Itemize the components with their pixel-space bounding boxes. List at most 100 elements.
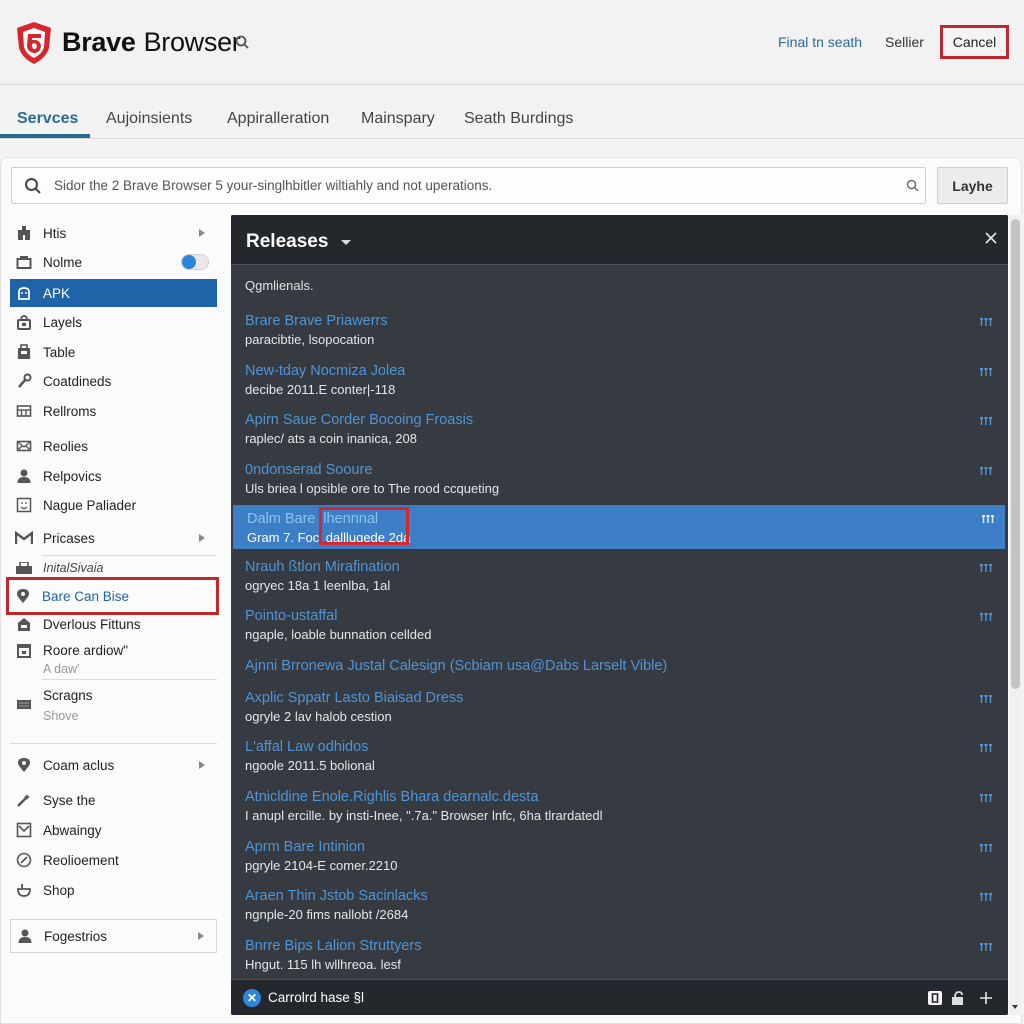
release-item[interactable]: New-tday Nocmiza Jolea decibe 2011.E cont… <box>231 363 1008 411</box>
close-icon[interactable] <box>983 230 999 246</box>
release-item[interactable]: Axplic Sppatr Lasto Biaisad Dress ogryle … <box>231 690 1008 738</box>
selection-highlight-box <box>319 507 409 545</box>
sidebar-item-reolies[interactable]: Reolies <box>10 432 217 460</box>
sidebar-item-relpovics[interactable]: Relpovics <box>10 462 217 490</box>
release-title[interactable]: Brare Brave Priawerrs <box>245 313 388 329</box>
sidebar-item-layels[interactable]: Layels <box>10 308 217 336</box>
release-item[interactable]: Aprm Bare Intinion pgryle 2104-E comer.22… <box>231 839 1008 887</box>
pot-icon <box>15 881 33 899</box>
release-title[interactable]: Nrauh ßtlon Mirafination <box>245 559 400 575</box>
release-title[interactable]: Bnrre Bips Lalion Struttyers <box>245 938 422 954</box>
release-item[interactable]: Araen Thin Jstob Sacinlacks ngnple-20 fim… <box>231 888 1008 936</box>
clipboard-icon[interactable] <box>927 990 943 1006</box>
scroll-down-arrow-icon[interactable] <box>1012 1005 1018 1009</box>
more-options-icon[interactable] <box>979 942 993 952</box>
find-to-search-link[interactable]: Final tn seath <box>778 34 862 50</box>
release-item[interactable]: Brare Brave Priawerrs paracibtie, lsopoca… <box>231 313 1008 361</box>
release-title[interactable]: Araen Thin Jstob Sacinlacks <box>245 888 428 904</box>
more-options-icon[interactable] <box>979 694 993 704</box>
sidebar-item-roore-ardiow[interactable]: Roore ardiow" <box>10 635 217 665</box>
sidebar-item-pricases[interactable]: Pricases <box>10 524 217 552</box>
sidebar-item-rellroms[interactable]: Rellroms <box>10 397 217 425</box>
sidebar-item-coatdineds[interactable]: Coatdineds <box>10 367 217 395</box>
tab-seath-burdings[interactable]: Seath Burdings <box>464 110 573 128</box>
release-item[interactable]: Dalm Bare |lhennnal Gram 7. Focl dallluge… <box>233 505 1005 549</box>
more-options-icon[interactable] <box>979 466 993 476</box>
layhe-button[interactable]: Layhe <box>937 167 1008 204</box>
more-options-icon[interactable] <box>979 367 993 377</box>
more-options-icon[interactable] <box>979 843 993 853</box>
more-options-icon[interactable] <box>979 793 993 803</box>
release-item[interactable]: Pointo-ustaffal ngaple, loable bunnation … <box>231 608 1008 656</box>
sidebar-item-nolme[interactable]: Nolme <box>10 248 217 276</box>
tab-mainspary[interactable]: Mainspary <box>361 110 435 128</box>
releases-panel: Releases Qgmlienals. Brare Brave Priawer… <box>231 215 1008 1015</box>
sidebar-item-abwaingy[interactable]: Abwaingy <box>10 816 217 844</box>
release-title[interactable]: Atnicldine Enole.Righlis Bhara dearnalc.… <box>245 789 538 805</box>
sidebar-item-reolioement[interactable]: Reolioement <box>10 846 217 874</box>
sidebar-item-table[interactable]: Table <box>10 338 217 366</box>
sidebar-item-label: Table <box>43 344 76 360</box>
more-options-icon[interactable] <box>981 514 995 524</box>
release-title[interactable]: New-tday Nocmiza Jolea <box>245 363 405 379</box>
releases-dropdown[interactable]: Releases <box>246 231 328 253</box>
chevron-right-icon <box>198 932 204 940</box>
more-options-icon[interactable] <box>979 892 993 902</box>
release-title[interactable]: Apirn Saue Corder Bocoing Froasis <box>245 412 473 428</box>
nolme-toggle[interactable] <box>181 254 209 270</box>
release-item[interactable]: 0ndonserad Sooure Uls briea l opsible ore… <box>231 462 1008 510</box>
sidebar-item-coam-aclus[interactable]: Coam aclus <box>10 751 217 779</box>
scrollbar[interactable] <box>1009 215 1022 1015</box>
keyboard-icon <box>15 695 33 713</box>
sidebar-item-label: Shop <box>43 882 75 898</box>
tab-services[interactable]: Servces <box>17 110 78 128</box>
more-options-icon[interactable] <box>979 743 993 753</box>
release-title[interactable]: Ajnni Brronewa Justal Calesign (Scbiam u… <box>245 658 667 674</box>
sidebar-item-apk[interactable]: APK <box>10 279 217 307</box>
release-item[interactable]: L'affal Law odhidos ngoole 2011.5 boliona… <box>231 739 1008 787</box>
more-options-icon[interactable] <box>979 563 993 573</box>
sidebar-item-label: Scragns <box>43 687 93 703</box>
sidebar-divider <box>10 743 217 744</box>
search-icon[interactable] <box>234 34 252 52</box>
more-options-icon[interactable] <box>979 612 993 622</box>
footer-status-text: Carrolrd hase §l <box>268 990 365 1005</box>
release-title[interactable]: Pointo-ustaffal <box>245 608 337 624</box>
release-item[interactable]: Apirn Saue Corder Bocoing Froasis raplec/… <box>231 412 1008 460</box>
sidebar-item-shop[interactable]: Shop <box>10 876 217 904</box>
more-options-icon[interactable] <box>979 416 993 426</box>
mail-icon <box>15 437 33 455</box>
sidebar-item-nague-paliader[interactable]: Nague Paliader <box>10 491 217 519</box>
seller-link[interactable]: Sellier <box>885 34 924 50</box>
app-header: Brave Browser Final tn seath Sellier Canc… <box>0 0 1024 85</box>
release-title[interactable]: 0ndonserad Sooure <box>245 462 372 478</box>
release-title[interactable]: L'affal Law odhidos <box>245 739 368 755</box>
tab-appiralleration[interactable]: Appiralleration <box>227 110 329 128</box>
sidebar-item-fogestrios[interactable]: Fogestrios <box>10 919 217 953</box>
sidebar-item-dverlous-fittuns[interactable]: Dverlous Fittuns <box>10 610 217 638</box>
face-icon <box>15 496 33 514</box>
release-title[interactable]: Axplic Sppatr Lasto Biaisad Dress <box>245 690 463 706</box>
sidebar-item-sublabel: Shove <box>43 709 79 723</box>
sidebar-item-scragns[interactable]: Scragns <box>10 681 217 709</box>
home-icon <box>15 615 33 633</box>
sidebar-item-htis[interactable]: Htis <box>10 219 217 247</box>
close-circle-icon[interactable]: ✕ <box>243 989 261 1007</box>
more-options-icon[interactable] <box>979 317 993 327</box>
brave-logo-icon <box>17 22 51 64</box>
sidebar-item-label: Bare Can Bise <box>42 588 130 604</box>
search-icon <box>25 178 41 194</box>
search-input[interactable] <box>54 168 904 203</box>
sidebar-item-syse-the[interactable]: Syse the <box>10 786 217 814</box>
release-item[interactable]: Nrauh ßtlon Mirafination ogryec 18a 1 lee… <box>231 559 1008 607</box>
tab-aujoinsients[interactable]: Aujoinsients <box>106 110 192 128</box>
caret-down-icon[interactable] <box>341 240 351 245</box>
tab-bar: Servces Aujoinsients Appiralleration Mai… <box>0 86 1024 139</box>
add-icon[interactable] <box>978 990 994 1006</box>
release-item[interactable]: Atnicldine Enole.Righlis Bhara dearnalc.… <box>231 789 1008 837</box>
unlock-icon[interactable] <box>950 990 966 1006</box>
scrollbar-thumb[interactable] <box>1011 219 1020 689</box>
release-title[interactable]: Aprm Bare Intinion <box>245 839 365 855</box>
search-submit-icon[interactable] <box>906 179 919 192</box>
cancel-button[interactable]: Cancel <box>940 25 1009 59</box>
